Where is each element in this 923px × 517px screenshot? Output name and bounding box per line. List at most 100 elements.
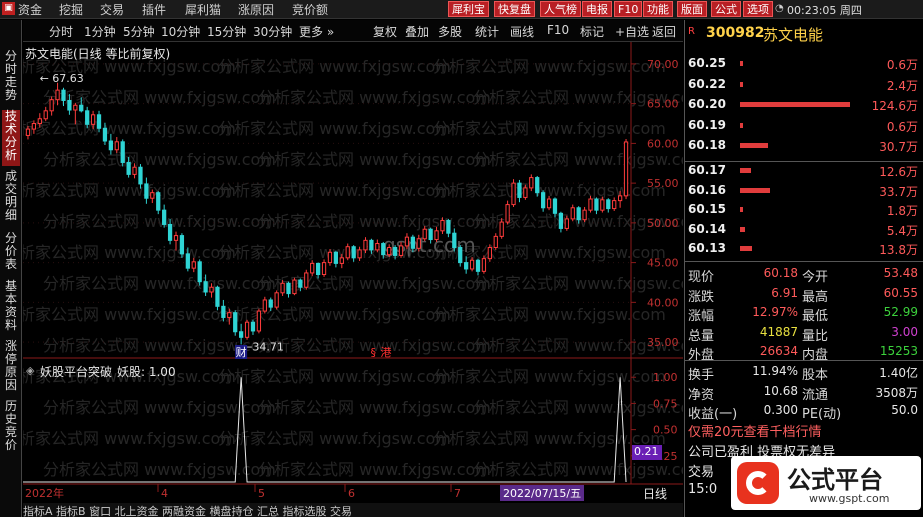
draw-line-button[interactable]: 画线 bbox=[510, 23, 534, 40]
candle-down[interactable] bbox=[126, 161, 131, 175]
candle-up[interactable] bbox=[404, 236, 410, 247]
tab-auction-history[interactable]: 历史竞价 bbox=[2, 400, 20, 456]
bid-row[interactable]: 60.13 13.8万 bbox=[688, 240, 920, 257]
candle-up[interactable] bbox=[31, 123, 37, 130]
bottom-tab-strip[interactable]: 指标A 指标B 窗口 北上资金 两融资金 横盘持仓 汇总 指标选股 交易 bbox=[23, 503, 683, 517]
candle-up[interactable] bbox=[292, 279, 297, 295]
period-15min[interactable]: 15分钟 bbox=[207, 23, 246, 40]
candle-down[interactable] bbox=[369, 239, 374, 251]
candle-up[interactable] bbox=[304, 272, 309, 288]
candle-down[interactable] bbox=[67, 99, 72, 111]
candle-down[interactable] bbox=[85, 110, 90, 125]
candle-down[interactable] bbox=[108, 140, 113, 151]
candle-down[interactable] bbox=[558, 212, 564, 229]
candle-up[interactable] bbox=[511, 182, 516, 206]
back-button[interactable]: 返回 bbox=[652, 23, 676, 40]
candle-up[interactable] bbox=[434, 230, 439, 241]
candle-up[interactable] bbox=[280, 282, 285, 294]
indicator-settings-icon[interactable]: ◈ bbox=[26, 364, 34, 377]
candle-up[interactable] bbox=[191, 261, 196, 269]
candle-down[interactable] bbox=[144, 183, 149, 199]
toolbar-formula-button[interactable]: 公式 bbox=[711, 1, 741, 17]
candle-up[interactable] bbox=[440, 219, 445, 232]
candle-up[interactable] bbox=[582, 209, 587, 221]
period-more[interactable]: 更多 » bbox=[299, 23, 334, 40]
menu-item-plugins[interactable]: 插件 bbox=[142, 1, 166, 18]
candle-up[interactable] bbox=[274, 292, 279, 308]
candle-down[interactable] bbox=[167, 223, 173, 241]
candle-down[interactable] bbox=[606, 199, 611, 210]
candle-up[interactable] bbox=[49, 99, 54, 112]
bid-row[interactable]: 60.14 5.4万 bbox=[688, 221, 920, 238]
period-10min[interactable]: 10分钟 bbox=[161, 23, 200, 40]
candle-up[interactable] bbox=[570, 207, 575, 220]
candle-down[interactable] bbox=[179, 235, 185, 255]
candle-up[interactable] bbox=[469, 259, 475, 270]
kline-chart-svg[interactable]: 分析家公式网 www.fxjgsw.com分析家公式网 www.fxjgsw.c… bbox=[23, 42, 683, 517]
toolbar-xilibao-button[interactable]: 犀利宝 bbox=[448, 1, 489, 17]
candle-down[interactable] bbox=[458, 247, 463, 264]
candle-up[interactable] bbox=[132, 166, 137, 175]
menu-item-trade[interactable]: 交易 bbox=[100, 1, 124, 18]
candle-down[interactable] bbox=[381, 243, 386, 256]
candle-up[interactable] bbox=[600, 199, 605, 211]
candle-up[interactable] bbox=[90, 114, 96, 125]
tab-limitup-reason[interactable]: 涨停原因 bbox=[2, 340, 20, 396]
candle-up[interactable] bbox=[173, 235, 179, 241]
candle-down[interactable] bbox=[351, 246, 356, 259]
candle-up[interactable] bbox=[505, 204, 510, 223]
kline-chart-area[interactable]: 分析家公式网 www.fxjgsw.com 分析家公式网 www.fxjgsw.c… bbox=[23, 42, 683, 517]
tab-trade-details[interactable]: 成交明细 bbox=[2, 170, 20, 226]
candle-down[interactable] bbox=[203, 281, 208, 293]
add-watchlist-button[interactable]: +自选 bbox=[615, 23, 649, 40]
candle-down[interactable] bbox=[333, 251, 339, 264]
candle-up[interactable] bbox=[345, 246, 350, 259]
candle-down[interactable] bbox=[552, 198, 558, 214]
candle-up[interactable] bbox=[564, 218, 569, 229]
period-timeshare[interactable]: 分时 bbox=[49, 23, 73, 40]
candle-up[interactable] bbox=[310, 262, 315, 274]
candle-up[interactable] bbox=[339, 257, 344, 264]
candle-down[interactable] bbox=[268, 299, 273, 308]
candle-down[interactable] bbox=[185, 253, 190, 269]
candle-down[interactable] bbox=[156, 192, 161, 211]
candle-down[interactable] bbox=[594, 198, 599, 211]
candle-down[interactable] bbox=[286, 282, 291, 295]
ask-row[interactable]: 60.25 0.6万 bbox=[688, 55, 920, 72]
ask-row[interactable]: 60.19 0.6万 bbox=[688, 117, 920, 134]
candle-down[interactable] bbox=[162, 209, 167, 225]
bid-row[interactable]: 60.17 12.6万 bbox=[688, 162, 920, 179]
tab-timeshare[interactable]: 分时走势 bbox=[2, 50, 20, 106]
tab-technical-analysis[interactable]: 技术分析 bbox=[2, 110, 20, 166]
candle-up[interactable] bbox=[387, 247, 392, 256]
candle-up[interactable] bbox=[256, 310, 262, 332]
bid-row[interactable]: 60.16 33.7万 bbox=[688, 182, 920, 199]
candle-up[interactable] bbox=[114, 141, 119, 151]
candle-down[interactable] bbox=[79, 104, 84, 112]
candle-down[interactable] bbox=[215, 286, 220, 307]
ask-row[interactable]: 60.18 30.7万 bbox=[688, 137, 920, 154]
candle-down[interactable] bbox=[221, 305, 226, 318]
candle-up[interactable] bbox=[416, 238, 421, 249]
toolbar-popularity-button[interactable]: 人气榜 bbox=[540, 1, 581, 17]
candle-up[interactable] bbox=[73, 104, 78, 111]
tab-price-table[interactable]: 分价表 bbox=[2, 232, 20, 274]
statistics-button[interactable]: 统计 bbox=[475, 23, 499, 40]
bid-row[interactable]: 60.15 1.8万 bbox=[688, 201, 920, 218]
f10-button[interactable]: F10 bbox=[547, 23, 569, 37]
toolbar-review-button[interactable]: 快复盘 bbox=[494, 1, 535, 17]
candle-up[interactable] bbox=[244, 321, 250, 338]
ask-row[interactable]: 60.22 2.4万 bbox=[688, 76, 920, 93]
candle-up[interactable] bbox=[546, 198, 552, 209]
candle-up[interactable] bbox=[588, 198, 593, 211]
candle-up[interactable] bbox=[481, 258, 487, 272]
trade-label[interactable]: 交易 bbox=[688, 461, 714, 480]
candle-down[interactable] bbox=[535, 177, 540, 194]
candle-down[interactable] bbox=[315, 262, 321, 276]
menu-item-limitup-reason[interactable]: 涨原因 bbox=[238, 1, 274, 18]
candle-up[interactable] bbox=[529, 177, 534, 189]
toolbar-telegraph-button[interactable]: 电报 bbox=[582, 1, 612, 17]
candle-up[interactable] bbox=[617, 195, 623, 202]
candle-up[interactable] bbox=[150, 192, 155, 199]
candle-down[interactable] bbox=[410, 236, 415, 249]
